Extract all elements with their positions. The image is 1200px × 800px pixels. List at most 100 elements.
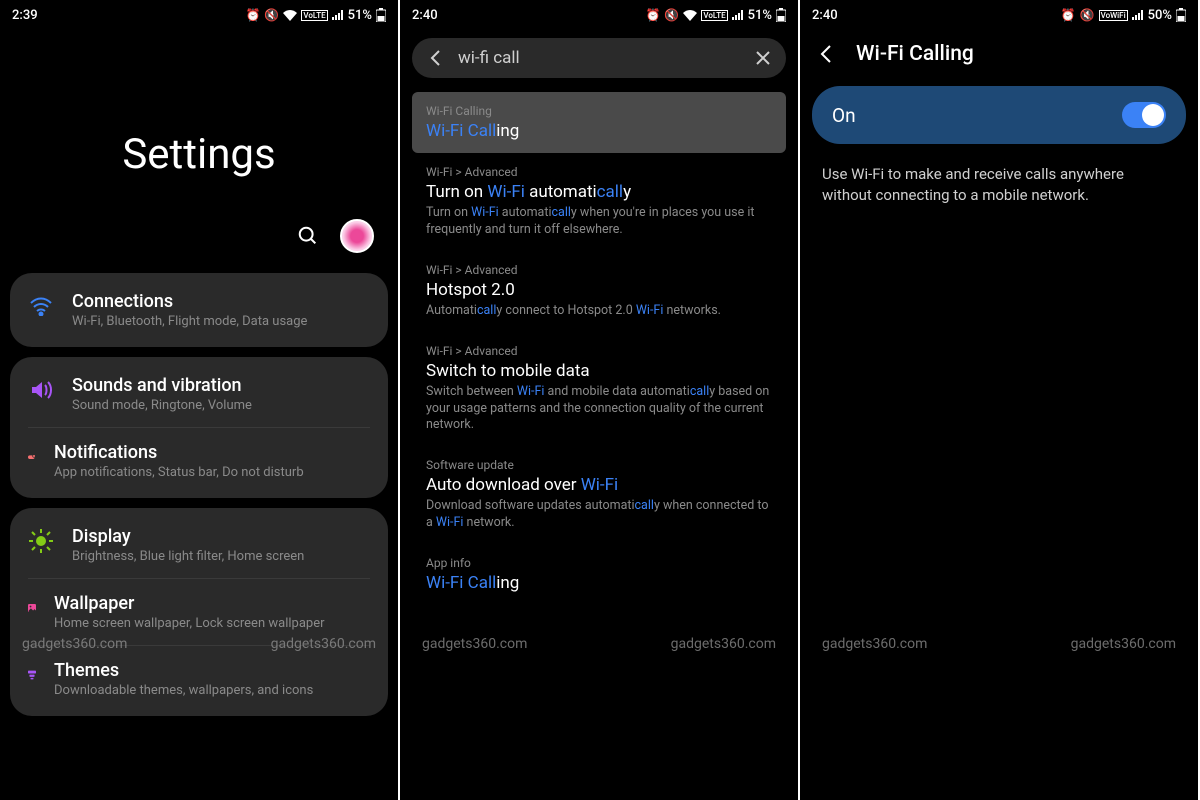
result-title: Turn on Wi-Fi automatically: [426, 182, 772, 202]
item-subtitle: Wi-Fi, Bluetooth, Flight mode, Data usag…: [72, 314, 370, 329]
item-subtitle: Brightness, Blue light filter, Home scre…: [72, 549, 370, 564]
result-app-info[interactable]: App info Wi-Fi Calling: [412, 544, 786, 605]
toggle-label: On: [832, 104, 856, 127]
display-icon: [28, 528, 54, 554]
settings-item-sounds[interactable]: Sounds and vibration Sound mode, Rington…: [10, 361, 388, 427]
status-time: 2:40: [812, 8, 838, 23]
search-results: Wi-Fi Calling Wi-Fi Calling Wi-Fi > Adva…: [400, 86, 798, 611]
settings-group-display: Display Brightness, Blue light filter, H…: [10, 508, 388, 716]
search-bar[interactable]: wi-fi call: [412, 38, 786, 78]
status-indicators: ⏰ 🔇 VoWiFi 50%: [1061, 8, 1186, 23]
alarm-icon: ⏰: [1061, 8, 1076, 22]
item-subtitle: Downloadable themes, wallpapers, and ico…: [54, 683, 370, 698]
wifi-icon: [28, 293, 54, 319]
clear-icon[interactable]: [754, 49, 772, 67]
mute-icon: 🔇: [264, 8, 279, 22]
signal-icon: [732, 10, 744, 20]
sound-icon: [28, 377, 54, 403]
battery-icon: [776, 8, 786, 22]
signal-icon: [1132, 10, 1144, 20]
result-title: Hotspot 2.0: [426, 280, 772, 300]
feature-description: Use Wi-Fi to make and receive calls anyw…: [800, 152, 1198, 218]
result-hotspot[interactable]: Wi-Fi > Advanced Hotspot 2.0 Automatical…: [412, 251, 786, 332]
result-path: Wi-Fi > Advanced: [426, 165, 772, 179]
search-input[interactable]: wi-fi call: [458, 48, 742, 68]
toggle-switch[interactable]: [1122, 102, 1166, 128]
signal-icon: [332, 10, 344, 20]
battery-icon: [1176, 8, 1186, 22]
settings-hero: Settings: [0, 30, 398, 219]
status-time: 2:39: [12, 8, 38, 23]
settings-group-device: Sounds and vibration Sound mode, Rington…: [10, 357, 388, 498]
result-description: Download software updates automatically …: [426, 498, 772, 532]
back-icon[interactable]: [426, 48, 446, 68]
status-indicators: ⏰ 🔇 VoLTE 51%: [645, 8, 786, 23]
settings-root-panel: 2:39 ⏰ 🔇 VoLTE 51% Settings: [0, 0, 400, 800]
result-path: Wi-Fi Calling: [426, 104, 772, 118]
status-bar: 2:39 ⏰ 🔇 VoLTE 51%: [0, 0, 398, 30]
header-actions: [0, 219, 398, 273]
wallpaper-icon: [10, 595, 36, 621]
battery-text: 51%: [748, 8, 772, 23]
page-header: Wi-Fi Calling: [800, 30, 1198, 78]
search-button[interactable]: [292, 220, 324, 252]
settings-list: Connections Wi-Fi, Bluetooth, Flight mod…: [0, 273, 398, 716]
result-description: Turn on Wi-Fi automatically when you're …: [426, 205, 772, 239]
volte-icon: VoLTE: [301, 10, 327, 21]
settings-item-themes[interactable]: Themes Downloadable themes, wallpapers, …: [28, 645, 370, 712]
status-indicators: ⏰ 🔇 VoLTE 51%: [245, 8, 386, 23]
status-time: 2:40: [412, 8, 438, 23]
item-title: Notifications: [54, 442, 370, 463]
status-bar: 2:40 ⏰ 🔇 VoLTE 51%: [400, 0, 798, 30]
item-subtitle: Sound mode, Ringtone, Volume: [72, 398, 370, 413]
wifi-icon: [283, 10, 297, 21]
result-auto-download[interactable]: Software update Auto download over Wi-Fi…: [412, 446, 786, 544]
result-wifi-auto[interactable]: Wi-Fi > Advanced Turn on Wi-Fi automatic…: [412, 153, 786, 251]
battery-icon: [376, 8, 386, 22]
item-title: Connections: [72, 291, 370, 312]
result-mobile-data[interactable]: Wi-Fi > Advanced Switch to mobile data S…: [412, 332, 786, 447]
item-title: Display: [72, 526, 370, 547]
result-description: Automatically connect to Hotspot 2.0 Wi-…: [426, 303, 772, 320]
item-title: Themes: [54, 660, 370, 681]
result-description: Switch between Wi-Fi and mobile data aut…: [426, 384, 772, 435]
settings-item-connections[interactable]: Connections Wi-Fi, Bluetooth, Flight mod…: [10, 277, 388, 343]
alarm-icon: ⏰: [645, 8, 660, 22]
battery-text: 50%: [1148, 8, 1172, 23]
wifi-icon: [683, 10, 697, 21]
settings-item-wallpaper[interactable]: Wallpaper Home screen wallpaper, Lock sc…: [28, 578, 370, 645]
item-title: Wallpaper: [54, 593, 370, 614]
settings-group-connections: Connections Wi-Fi, Bluetooth, Flight mod…: [10, 273, 388, 347]
status-bar: 2:40 ⏰ 🔇 VoWiFi 50%: [800, 0, 1198, 30]
settings-item-display[interactable]: Display Brightness, Blue light filter, H…: [10, 512, 388, 578]
item-subtitle: Home screen wallpaper, Lock screen wallp…: [54, 616, 370, 631]
wifi-calling-toggle-card[interactable]: On: [812, 86, 1186, 144]
result-path: Software update: [426, 458, 772, 472]
watermark: gadgets360.comgadgets360.com: [400, 636, 798, 652]
result-path: Wi-Fi > Advanced: [426, 263, 772, 277]
result-title: Auto download over Wi-Fi: [426, 475, 772, 495]
item-subtitle: App notifications, Status bar, Do not di…: [54, 465, 370, 480]
result-path: App info: [426, 556, 772, 570]
result-title: Wi-Fi Calling: [426, 573, 772, 593]
back-button[interactable]: [816, 43, 838, 65]
themes-icon: [10, 662, 36, 688]
settings-search-panel: 2:40 ⏰ 🔇 VoLTE 51% wi-fi call Wi-Fi Call…: [400, 0, 800, 800]
result-path: Wi-Fi > Advanced: [426, 344, 772, 358]
settings-item-notifications[interactable]: Notifications App notifications, Status …: [28, 427, 370, 494]
page-title: Settings: [0, 130, 398, 179]
result-title: Switch to mobile data: [426, 361, 772, 381]
watermark: gadgets360.comgadgets360.com: [800, 636, 1198, 652]
mute-icon: 🔇: [1080, 8, 1095, 22]
result-wifi-calling[interactable]: Wi-Fi Calling Wi-Fi Calling: [412, 92, 786, 153]
item-title: Sounds and vibration: [72, 375, 370, 396]
page-title: Wi-Fi Calling: [856, 42, 974, 66]
volte-icon: VoLTE: [701, 10, 727, 21]
wifi-calling-panel: 2:40 ⏰ 🔇 VoWiFi 50% Wi-Fi Calling On Use…: [800, 0, 1200, 800]
alarm-icon: ⏰: [245, 8, 260, 22]
switch-knob: [1142, 104, 1164, 126]
battery-text: 51%: [348, 8, 372, 23]
mute-icon: 🔇: [664, 8, 679, 22]
profile-avatar[interactable]: [340, 219, 374, 253]
notifications-icon: [10, 444, 36, 470]
